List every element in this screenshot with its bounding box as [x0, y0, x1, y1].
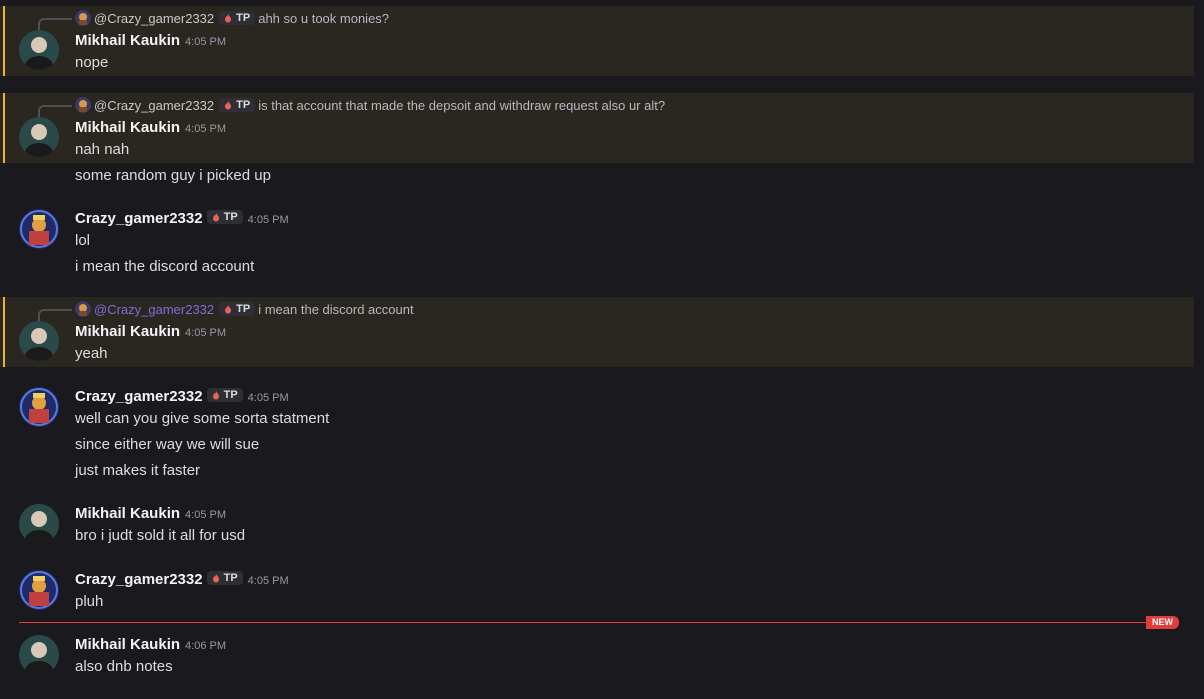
message-text: some random guy i picked up	[75, 167, 271, 184]
message-text: just makes it faster	[75, 462, 201, 479]
author-name[interactable]: Mikhail Kaukin 4:05 PM	[75, 32, 226, 49]
flame-icon	[223, 13, 233, 23]
flame-icon	[211, 390, 221, 400]
tp-tag: TP	[219, 98, 256, 112]
reply-author[interactable]: @Crazy_gamer2332	[94, 11, 214, 26]
mikhail-avatar[interactable]	[19, 30, 59, 70]
crazy-avatar[interactable]	[19, 570, 59, 610]
message-text: since either way we will sue	[75, 436, 260, 453]
crazy-avatar[interactable]	[19, 387, 59, 427]
message-text: pluh	[75, 593, 104, 610]
tp-tag: TP	[206, 210, 243, 224]
tp-tag: TP	[206, 388, 243, 402]
message-text: nope	[75, 54, 109, 71]
flame-icon	[211, 212, 221, 222]
message-text: well can you give some sorta statment	[75, 410, 330, 427]
reply-preview[interactable]: @Crazy_gamer2332 TP ahh so u took monies…	[75, 10, 389, 26]
reply-author[interactable]: @Crazy_gamer2332	[94, 98, 214, 113]
timestamp: 4:05 PM	[247, 392, 289, 404]
message-group[interactable]: Mikhail Kaukin 4:06 PM also dnb notes	[0, 630, 1194, 680]
reply-preview[interactable]: @Crazy_gamer2332 TP is that account that…	[75, 97, 665, 113]
timestamp: 4:05 PM	[185, 327, 226, 339]
author-name[interactable]: Crazy_gamer2332 TP 4:05 PM	[75, 571, 289, 588]
crazy-avatar[interactable]	[19, 209, 59, 249]
new-messages-divider	[19, 622, 1155, 623]
mikhail-avatar[interactable]	[19, 117, 59, 157]
timestamp: 4:05 PM	[247, 214, 289, 226]
tp-tag: TP	[206, 571, 243, 585]
author-name[interactable]: Mikhail Kaukin 4:06 PM	[75, 636, 226, 653]
flame-icon	[223, 304, 233, 314]
message-group[interactable]: Crazy_gamer2332 TP 4:05 PM well can you gi…	[0, 382, 1194, 482]
message-group[interactable]: Crazy_gamer2332 TP 4:05 PM pluh	[0, 565, 1194, 615]
tp-tag: TP	[219, 302, 256, 316]
chat-log: @Crazy_gamer2332 TP ahh so u took monies…	[0, 0, 1204, 699]
new-badge: NEW	[1146, 616, 1179, 629]
message-text: also dnb notes	[75, 658, 173, 675]
author-name[interactable]: Crazy_gamer2332 TP 4:05 PM	[75, 388, 289, 405]
message-text: i mean the discord account	[75, 258, 255, 275]
timestamp: 4:06 PM	[185, 640, 226, 652]
reply-author[interactable]: @Crazy_gamer2332	[94, 302, 214, 317]
crazy-avatar-small	[75, 97, 91, 113]
message-group[interactable]: @Crazy_gamer2332 TP i mean the discord a…	[0, 297, 1194, 367]
author-name[interactable]: Crazy_gamer2332 TP 4:05 PM	[75, 210, 289, 227]
author-name[interactable]: Mikhail Kaukin 4:05 PM	[75, 323, 226, 340]
message-group[interactable]: Mikhail Kaukin 4:05 PM bro i judt sold it…	[0, 499, 1194, 549]
message-continuation[interactable]: some random guy i picked up	[0, 163, 1194, 189]
crazy-avatar-small	[75, 10, 91, 26]
mikhail-avatar[interactable]	[19, 635, 59, 675]
message-text: bro i judt sold it all for usd	[75, 527, 246, 544]
reply-text: ahh so u took monies?	[258, 10, 390, 26]
crazy-avatar-small	[75, 301, 91, 317]
timestamp: 4:05 PM	[185, 123, 226, 135]
timestamp: 4:05 PM	[247, 575, 289, 587]
flame-icon	[211, 573, 221, 583]
timestamp: 4:05 PM	[185, 509, 226, 521]
author-name[interactable]: Mikhail Kaukin 4:05 PM	[75, 505, 226, 522]
message-group[interactable]: @Crazy_gamer2332 TP ahh so u took monies…	[0, 6, 1194, 76]
reply-text: i mean the discord account	[258, 301, 414, 317]
reply-preview[interactable]: @Crazy_gamer2332 TP i mean the discord a…	[75, 301, 414, 317]
message-text: yeah	[75, 345, 108, 362]
mikhail-avatar[interactable]	[19, 321, 59, 361]
timestamp: 4:05 PM	[185, 36, 226, 48]
message-text: lol	[75, 232, 91, 249]
mikhail-avatar[interactable]	[19, 504, 59, 544]
reply-text: is that account that made the depsoit an…	[258, 97, 666, 113]
message-text: nah nah	[75, 141, 130, 158]
message-group[interactable]: @Crazy_gamer2332 TP is that account that…	[0, 93, 1194, 163]
tp-tag: TP	[219, 11, 256, 25]
flame-icon	[223, 100, 233, 110]
author-name[interactable]: Mikhail Kaukin 4:05 PM	[75, 119, 226, 136]
message-group[interactable]: Crazy_gamer2332 TP 4:05 PM lol i mean the …	[0, 204, 1194, 284]
